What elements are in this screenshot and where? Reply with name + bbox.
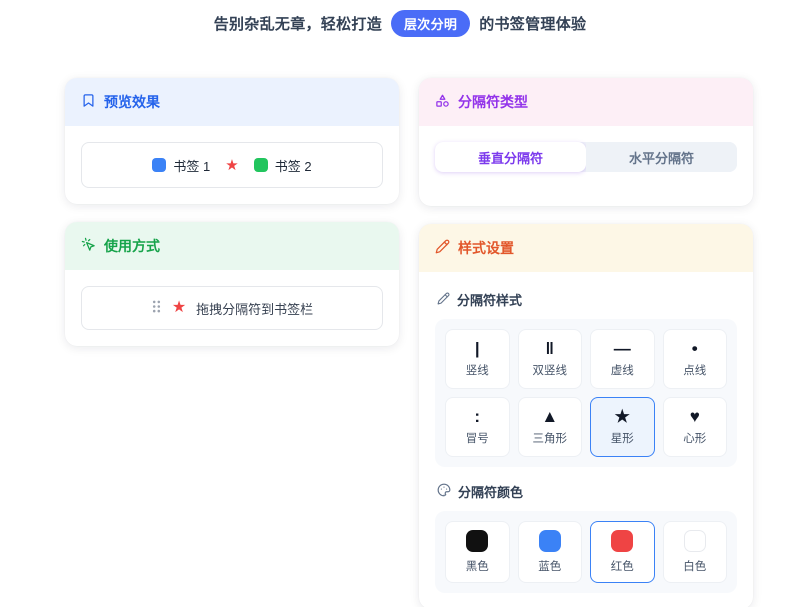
separator-style-section-label: 分隔符样式 [437, 290, 737, 309]
color-option-white[interactable]: 白色 [663, 521, 728, 583]
bookmark-bar-preview: 书签 1 ★ 书签 2 [81, 142, 383, 188]
preview-card-header: 预览效果 [65, 78, 399, 126]
pen-icon [435, 239, 450, 257]
double-line-glyph: ‖ [546, 340, 554, 357]
separator-color-grid: 黑色 蓝色 红色 白色 [435, 511, 737, 593]
pen-icon [437, 292, 450, 308]
style-option-colon[interactable]: : 冒号 [445, 397, 510, 457]
style-settings-card: 样式设置 分隔符样式 | 竖线 ‖ 双竖线 [419, 224, 753, 607]
left-column: 预览效果 书签 1 ★ 书签 2 使用方式 [65, 78, 399, 346]
main-columns: 预览效果 书签 1 ★ 书签 2 使用方式 [0, 37, 800, 607]
hero-badge: 层次分明 [391, 10, 470, 37]
bookmark-item-2: 书签 2 [254, 156, 312, 175]
preview-card-title: 预览效果 [104, 92, 160, 112]
hero-text-suffix: 的书签管理体验 [479, 13, 586, 34]
separator-type-tabs: 垂直分隔符 水平分隔符 [435, 142, 737, 172]
preview-card-body: 书签 1 ★ 书签 2 [65, 126, 399, 204]
separator-style-label-text: 分隔符样式 [457, 290, 522, 309]
hero-tagline: 告别杂乱无章，轻松打造 层次分明 的书签管理体验 [0, 10, 800, 37]
dashed-line-glyph: — [614, 340, 631, 357]
black-swatch [466, 530, 488, 552]
dot-glyph: • [692, 340, 698, 357]
usage-card-title: 使用方式 [104, 236, 160, 256]
tab-vertical-separator[interactable]: 垂直分隔符 [435, 142, 586, 172]
style-settings-body: 分隔符样式 | 竖线 ‖ 双竖线 — 虚线 [419, 272, 753, 607]
separator-star-icon: ★ [225, 158, 238, 173]
drag-handle-icon [151, 299, 162, 317]
separator-type-title: 分隔符类型 [458, 92, 528, 112]
usage-card-header: 使用方式 [65, 222, 399, 270]
separator-color-section-label: 分隔符颜色 [437, 482, 737, 501]
separator-star-icon: ★ [172, 300, 186, 316]
bookmark-icon [81, 93, 96, 111]
style-option-dotted-line[interactable]: • 点线 [663, 329, 728, 389]
usage-card-body: ★ 拖拽分隔符到书签栏 [65, 270, 399, 346]
palette-icon [437, 483, 451, 500]
vertical-line-glyph: | [475, 340, 480, 357]
cursor-click-icon [81, 237, 96, 255]
colon-glyph: : [474, 408, 480, 425]
separator-style-grid: | 竖线 ‖ 双竖线 — 虚线 • 点线 [435, 319, 737, 467]
color-option-red[interactable]: 红色 [590, 521, 655, 583]
heart-glyph: ♥ [690, 408, 700, 425]
style-option-heart[interactable]: ♥ 心形 [663, 397, 728, 457]
right-column: 分隔符类型 垂直分隔符 水平分隔符 样式设置 分隔符样式 [419, 78, 753, 607]
color-option-black[interactable]: 黑色 [445, 521, 510, 583]
separator-type-header: 分隔符类型 [419, 78, 753, 126]
style-option-triangle[interactable]: ▲ 三角形 [518, 397, 583, 457]
red-swatch [611, 530, 633, 552]
preview-card: 预览效果 书签 1 ★ 书签 2 [65, 78, 399, 204]
color-option-blue[interactable]: 蓝色 [518, 521, 583, 583]
usage-card: 使用方式 ★ 拖拽分隔符到书签栏 [65, 222, 399, 346]
bookmark1-label: 书签 1 [173, 156, 210, 175]
white-swatch [684, 530, 706, 552]
bookmark-item-1: 书签 1 [152, 156, 210, 175]
bookmark2-favicon [254, 158, 268, 172]
bookmark1-favicon [152, 158, 166, 172]
style-settings-title: 样式设置 [458, 238, 514, 258]
style-option-double-line[interactable]: ‖ 双竖线 [518, 329, 583, 389]
separator-color-label-text: 分隔符颜色 [458, 482, 523, 501]
bookmark2-label: 书签 2 [275, 156, 312, 175]
hero-text-prefix: 告别杂乱无章，轻松打造 [214, 13, 382, 34]
blue-swatch [539, 530, 561, 552]
tab-horizontal-separator[interactable]: 水平分隔符 [586, 142, 737, 172]
separator-type-body: 垂直分隔符 水平分隔符 [419, 126, 753, 206]
usage-instruction: 拖拽分隔符到书签栏 [196, 299, 313, 318]
style-option-dashed-line[interactable]: — 虚线 [590, 329, 655, 389]
star-glyph: ★ [615, 408, 630, 425]
separator-type-card: 分隔符类型 垂直分隔符 水平分隔符 [419, 78, 753, 206]
style-option-star[interactable]: ★ 星形 [590, 397, 655, 457]
shapes-icon [435, 93, 450, 111]
style-option-vertical-line[interactable]: | 竖线 [445, 329, 510, 389]
draggable-separator-item[interactable]: ★ 拖拽分隔符到书签栏 [81, 286, 383, 330]
triangle-glyph: ▲ [541, 408, 558, 425]
style-settings-header: 样式设置 [419, 224, 753, 272]
